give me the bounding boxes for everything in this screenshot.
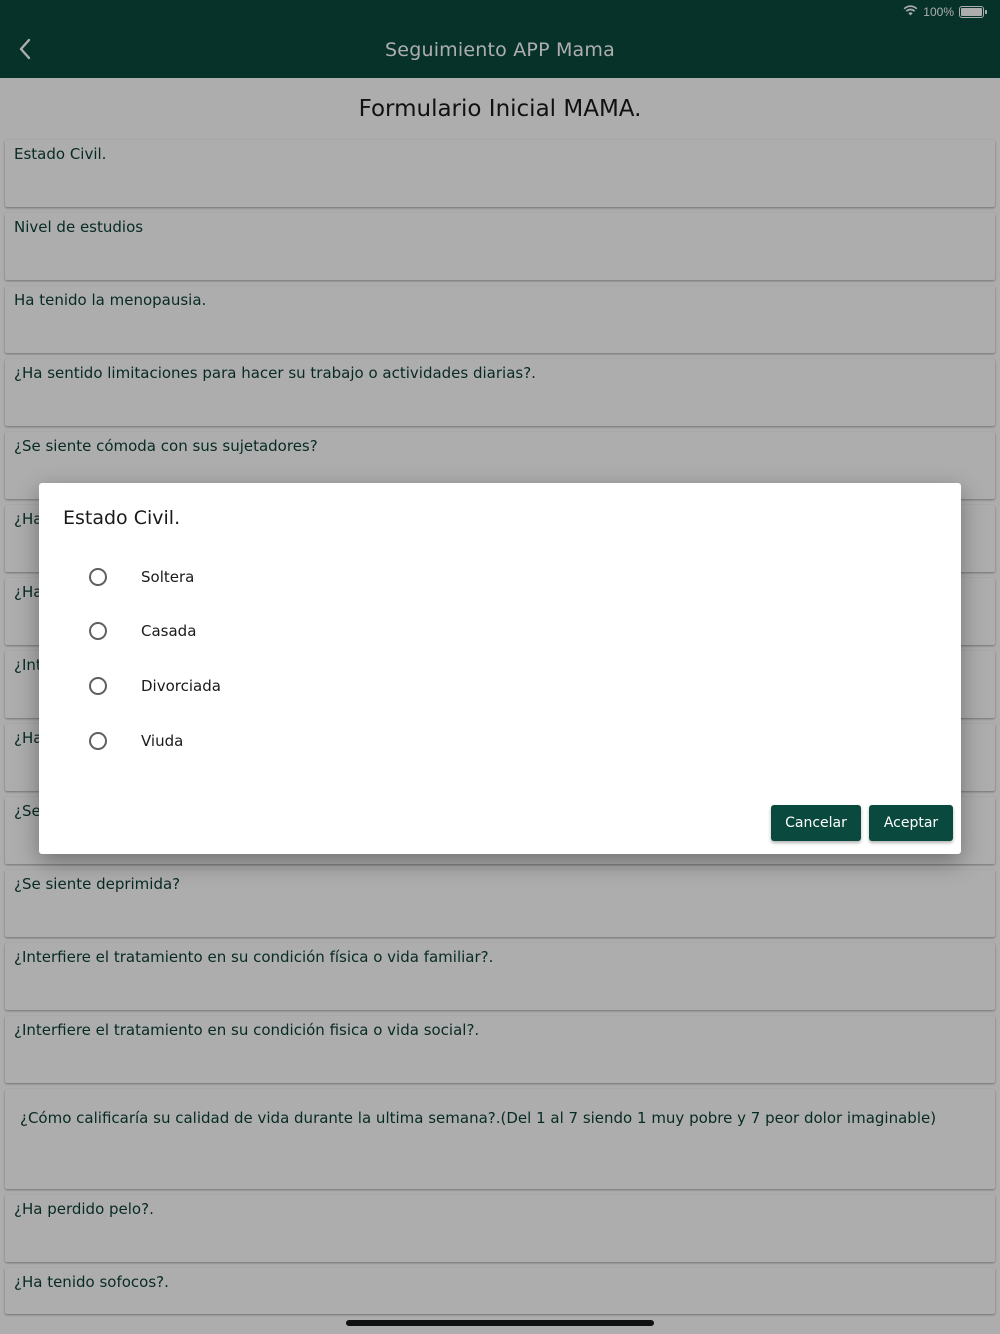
option-divorciada[interactable]: Divorciada	[87, 668, 487, 704]
option-casada[interactable]: Casada	[87, 613, 487, 649]
option-label: Viuda	[141, 732, 184, 750]
radio-unchecked-icon[interactable]	[89, 622, 107, 640]
estado-civil-dialog: Estado Civil. Soltera Casada Divorciada …	[39, 483, 961, 854]
option-label: Divorciada	[141, 677, 221, 695]
cancel-button[interactable]: Cancelar	[771, 805, 861, 841]
radio-unchecked-icon[interactable]	[89, 732, 107, 750]
dialog-title: Estado Civil.	[63, 507, 181, 529]
radio-unchecked-icon[interactable]	[89, 568, 107, 586]
option-label: Soltera	[141, 568, 195, 586]
accept-button[interactable]: Aceptar	[869, 805, 953, 841]
option-label: Casada	[141, 622, 197, 640]
option-viuda[interactable]: Viuda	[87, 723, 487, 759]
home-indicator[interactable]	[346, 1320, 654, 1326]
radio-unchecked-icon[interactable]	[89, 677, 107, 695]
option-soltera[interactable]: Soltera	[87, 559, 487, 595]
